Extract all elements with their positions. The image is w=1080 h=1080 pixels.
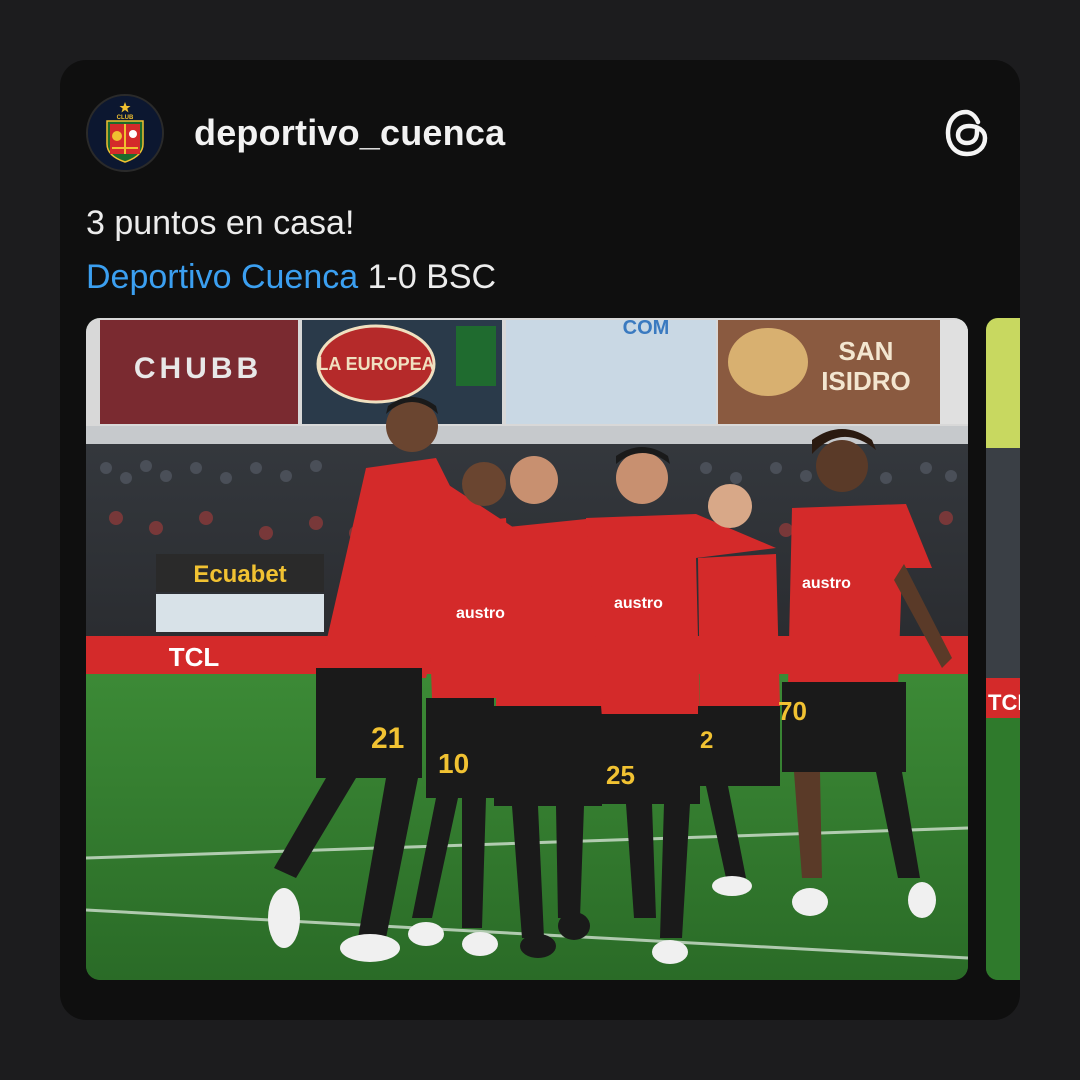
svg-text:LA EUROPEA: LA EUROPEA	[317, 354, 434, 374]
svg-text:ISIDRO: ISIDRO	[821, 366, 911, 396]
post-header: CLUB deportivo_cuenca	[86, 94, 505, 172]
threads-logo-icon	[945, 109, 988, 157]
next-photo-thumbnail: TCL	[986, 318, 1020, 980]
score-text: 1-0 BSC	[358, 258, 497, 296]
post-caption: 3 puntos en casa! Deportivo Cuenca 1-0 B…	[86, 196, 496, 304]
svg-text:TCL: TCL	[988, 690, 1020, 715]
celebration-photo: CHUBB LA EUROPEA COM SAN ISIDRO Ecuabet …	[86, 318, 968, 980]
club-crest-icon: CLUB	[88, 96, 162, 170]
svg-text:25: 25	[606, 760, 635, 790]
caption-line: 3 puntos en casa!	[86, 204, 355, 242]
svg-text:Ecuabet: Ecuabet	[193, 561, 286, 588]
svg-text:COM: COM	[623, 318, 670, 339]
svg-text:austro: austro	[456, 605, 505, 622]
caption-score-line: Deportivo Cuenca 1-0 BSC	[86, 250, 496, 304]
post-card: CLUB deportivo_cuenca 3 puntos en casa! …	[60, 60, 1020, 1020]
svg-text:austro: austro	[614, 595, 663, 612]
svg-text:21: 21	[371, 722, 404, 755]
svg-text:CLUB: CLUB	[117, 115, 134, 121]
svg-text:CHUBB: CHUBB	[134, 352, 262, 385]
next-photo-preview[interactable]: TCL	[986, 318, 1020, 980]
post-photo[interactable]: CHUBB LA EUROPEA COM SAN ISIDRO Ecuabet …	[86, 318, 968, 980]
svg-text:2: 2	[700, 727, 713, 754]
svg-text:10: 10	[438, 748, 469, 779]
svg-text:SAN: SAN	[839, 336, 894, 366]
mention-link[interactable]: Deportivo Cuenca	[86, 258, 358, 296]
username[interactable]: deportivo_cuenca	[194, 112, 505, 154]
avatar[interactable]: CLUB	[86, 94, 164, 172]
threads-icon[interactable]	[944, 108, 990, 158]
svg-text:70: 70	[778, 696, 807, 726]
svg-text:austro: austro	[802, 575, 851, 592]
svg-text:TCL: TCL	[169, 642, 220, 672]
